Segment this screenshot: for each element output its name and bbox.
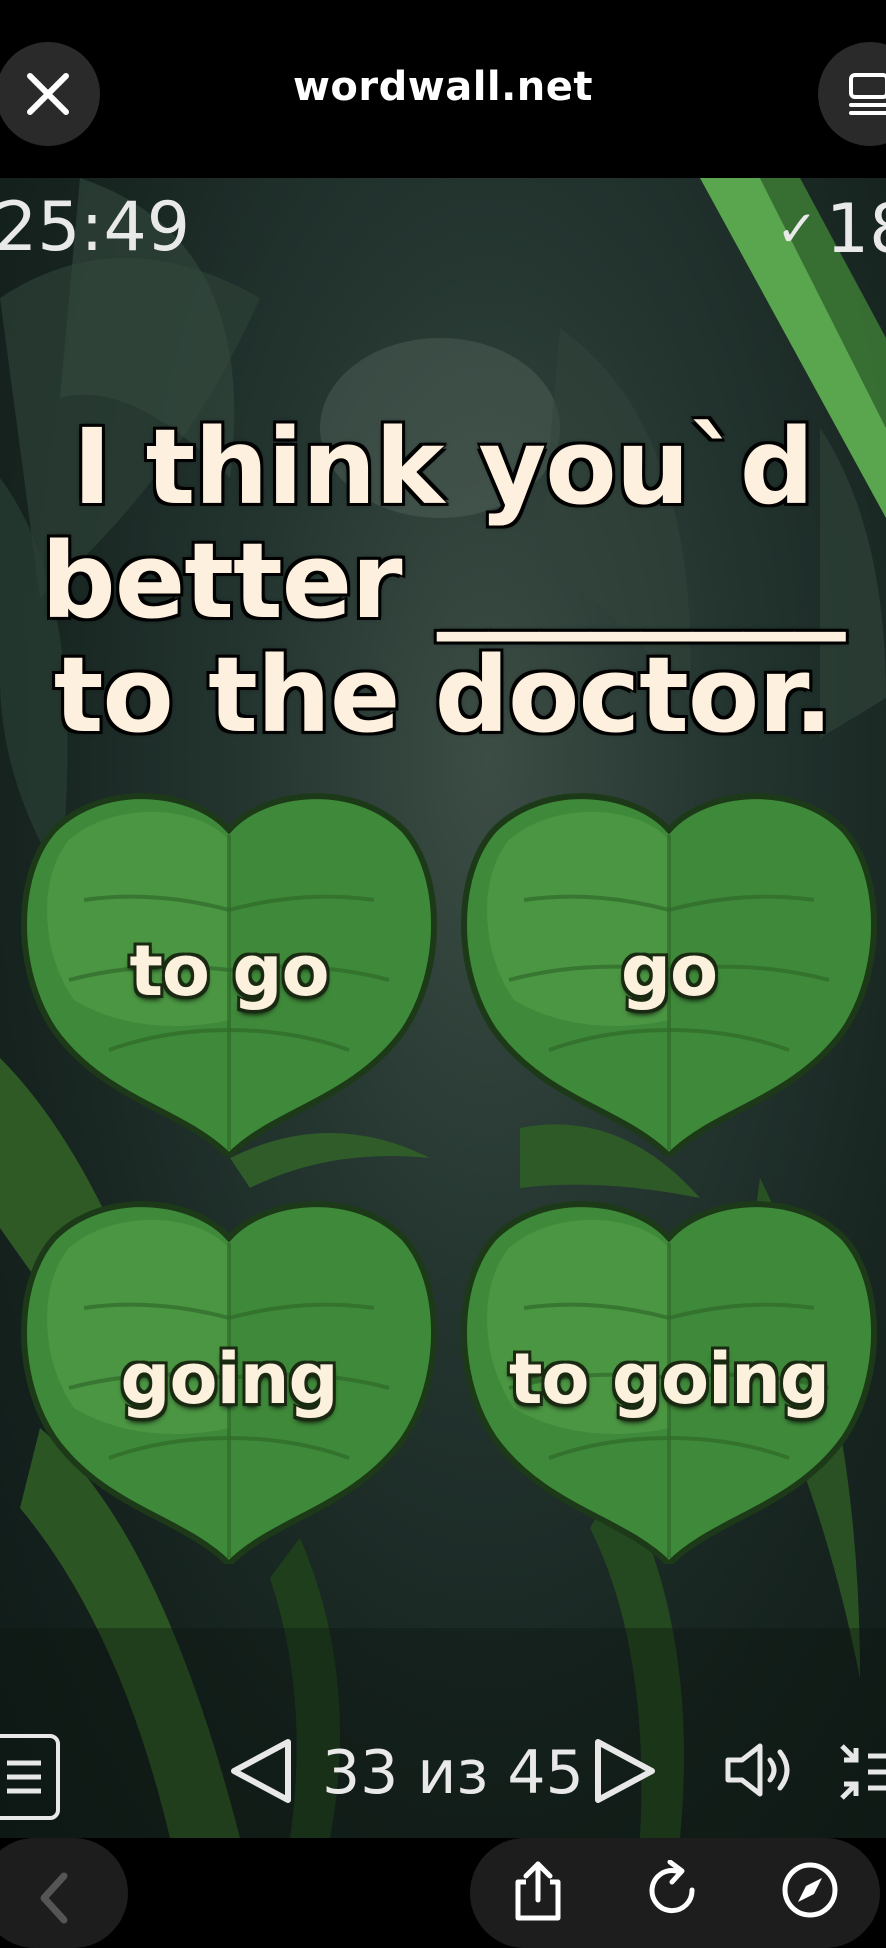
- browser-bottom-bar: [0, 1838, 886, 1948]
- answer-label: to going: [508, 1338, 830, 1420]
- compass-icon: [782, 1862, 838, 1918]
- prev-triangle-icon: [231, 1739, 291, 1803]
- next-triangle-icon: [595, 1739, 655, 1803]
- url-label[interactable]: wordwall.net: [0, 64, 886, 110]
- menu-icon: [7, 1760, 41, 1794]
- share-button[interactable]: [510, 1860, 566, 1926]
- tabs-button[interactable]: [818, 42, 886, 146]
- question-text: I think you`d better ________ to the doc…: [0, 406, 886, 756]
- page-indicator: 33 из 45: [322, 1738, 584, 1808]
- share-icon: [515, 1861, 561, 1921]
- answer-leaf-4[interactable]: to going: [454, 1188, 884, 1564]
- fullscreen-icon: [840, 1744, 886, 1800]
- speaker-icon: [725, 1743, 790, 1797]
- answer-leaf-1[interactable]: to go: [14, 780, 444, 1156]
- question-line: better ________: [40, 520, 847, 642]
- reload-button[interactable]: [646, 1859, 702, 1924]
- fullscreen-button[interactable]: [838, 1742, 886, 1802]
- back-button[interactable]: [0, 1838, 128, 1948]
- timer: 25:49: [0, 188, 190, 267]
- reload-icon: [649, 1859, 695, 1914]
- browser-actions: [470, 1838, 880, 1948]
- answer-leaf-3[interactable]: going: [14, 1188, 444, 1564]
- browser-top-bar: wordwall.net: [0, 0, 886, 178]
- compass-button[interactable]: [780, 1860, 840, 1924]
- next-button[interactable]: [592, 1736, 660, 1806]
- score-counter: ✓18: [776, 190, 886, 269]
- menu-button[interactable]: [0, 1734, 60, 1820]
- question-line: to the doctor.: [52, 634, 835, 756]
- answer-label: to go: [129, 930, 329, 1012]
- answer-label: go: [620, 930, 718, 1012]
- question-line: I think you`d: [71, 406, 815, 528]
- score-value: 18: [825, 190, 886, 269]
- sound-button[interactable]: [724, 1740, 796, 1800]
- chevron-left-icon: [40, 1872, 68, 1924]
- answer-leaf-2[interactable]: go: [454, 780, 884, 1156]
- answer-label: going: [120, 1338, 338, 1420]
- check-icon: ✓: [776, 200, 818, 258]
- game-canvas: 25:49 ✓18 I think you`d better ________ …: [0, 178, 886, 1838]
- prev-button[interactable]: [226, 1736, 294, 1806]
- tabs-icon: [849, 73, 886, 115]
- game-controls: 33 из 45: [0, 1726, 886, 1826]
